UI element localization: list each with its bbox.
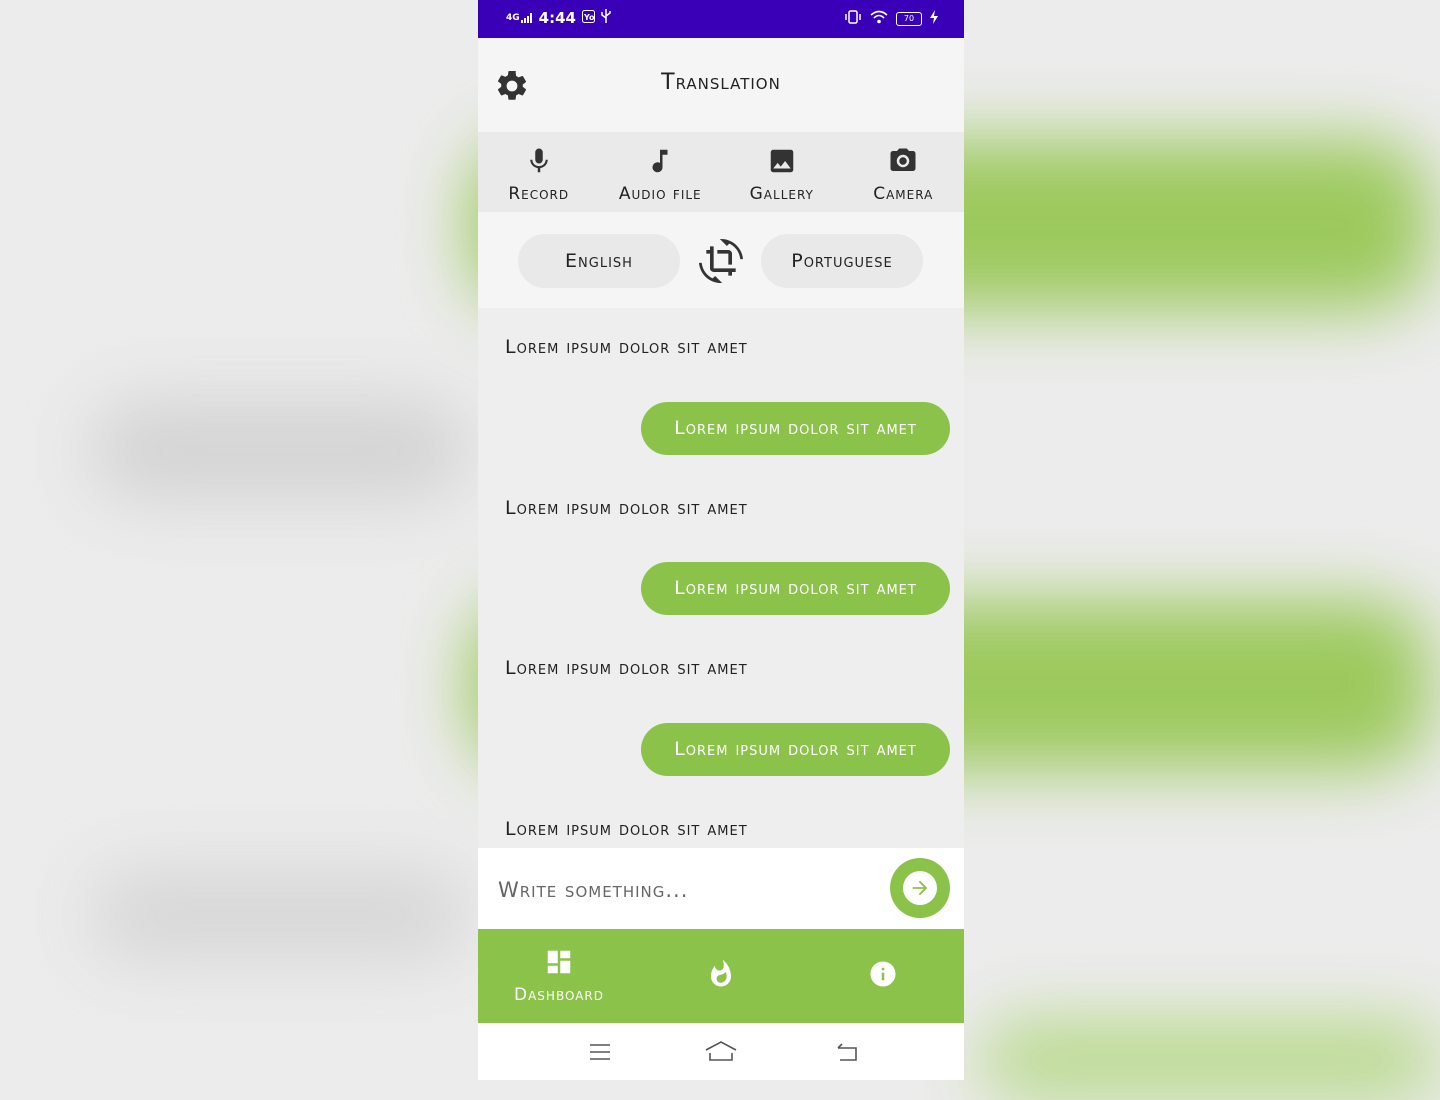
phone-screen: 4G 4:44 Yo 70 Translation Record Audio f… (478, 0, 964, 1080)
tool-label: Camera (873, 184, 934, 204)
tool-label: Record (508, 184, 570, 204)
svg-text:Yo: Yo (583, 13, 595, 22)
charging-icon (930, 10, 938, 27)
usb-icon (601, 9, 611, 27)
nav-info[interactable] (802, 929, 964, 1023)
home-icon[interactable] (704, 1040, 738, 1064)
system-navigation-bar (478, 1023, 964, 1080)
background-blur (90, 870, 470, 960)
camera-icon (888, 146, 918, 180)
signal-icon: 4G (506, 13, 533, 23)
record-button[interactable]: Record (478, 132, 600, 212)
source-language-button[interactable]: English (518, 234, 680, 288)
flame-icon (706, 959, 736, 993)
tool-label: Audio file (618, 184, 702, 204)
target-language-button[interactable]: Portuguese (761, 234, 923, 288)
info-icon (868, 959, 898, 993)
vibrate-icon (844, 10, 862, 27)
music-note-icon (645, 146, 675, 180)
source-message: Lorem ipsum dolor sit amet (505, 497, 748, 519)
battery-level: 70 (903, 13, 915, 23)
translated-message[interactable]: Lorem ipsum dolor sit amet (641, 723, 950, 776)
bottom-navigation: Dashboard (478, 929, 964, 1023)
language-selector: English Portuguese (478, 212, 964, 308)
gallery-button[interactable]: Gallery (721, 132, 843, 212)
tool-label: Gallery (749, 184, 814, 204)
clock: 4:44 (538, 9, 576, 27)
microphone-icon (524, 146, 554, 180)
send-button[interactable] (890, 858, 950, 918)
status-bar: 4G 4:44 Yo 70 (478, 0, 964, 38)
source-message: Lorem ipsum dolor sit amet (505, 818, 748, 840)
background-blur (90, 400, 470, 500)
composer (478, 848, 964, 929)
message-input[interactable] (496, 870, 860, 910)
app-bar: Translation (478, 38, 964, 132)
nav-trending[interactable] (640, 929, 802, 1023)
nav-label: Dashboard (514, 985, 604, 1005)
image-icon (767, 146, 797, 180)
source-message: Lorem ipsum dolor sit amet (505, 336, 748, 358)
translated-message[interactable]: Lorem ipsum dolor sit amet (641, 402, 950, 455)
source-message: Lorem ipsum dolor sit amet (505, 657, 748, 679)
input-toolbar: Record Audio file Gallery Camera (478, 132, 964, 212)
nav-dashboard[interactable]: Dashboard (478, 929, 640, 1023)
audio-file-button[interactable]: Audio file (600, 132, 722, 212)
dashboard-icon (544, 947, 574, 981)
menu-icon[interactable] (588, 1040, 612, 1064)
background-blur (980, 1020, 1440, 1100)
network-type: 4G (506, 13, 520, 23)
camera-button[interactable]: Camera (843, 132, 965, 212)
message-list[interactable]: Lorem ipsum dolor sit amet Lorem ipsum d… (478, 308, 964, 848)
translated-message[interactable]: Lorem ipsum dolor sit amet (641, 562, 950, 615)
arrow-right-icon (903, 871, 937, 905)
battery-icon: 70 (896, 11, 922, 26)
notification-icon: Yo (581, 9, 595, 27)
page-title: Translation (661, 70, 781, 95)
back-icon[interactable] (834, 1040, 860, 1064)
swap-rotate-icon[interactable] (699, 239, 743, 283)
wifi-icon (870, 10, 888, 27)
